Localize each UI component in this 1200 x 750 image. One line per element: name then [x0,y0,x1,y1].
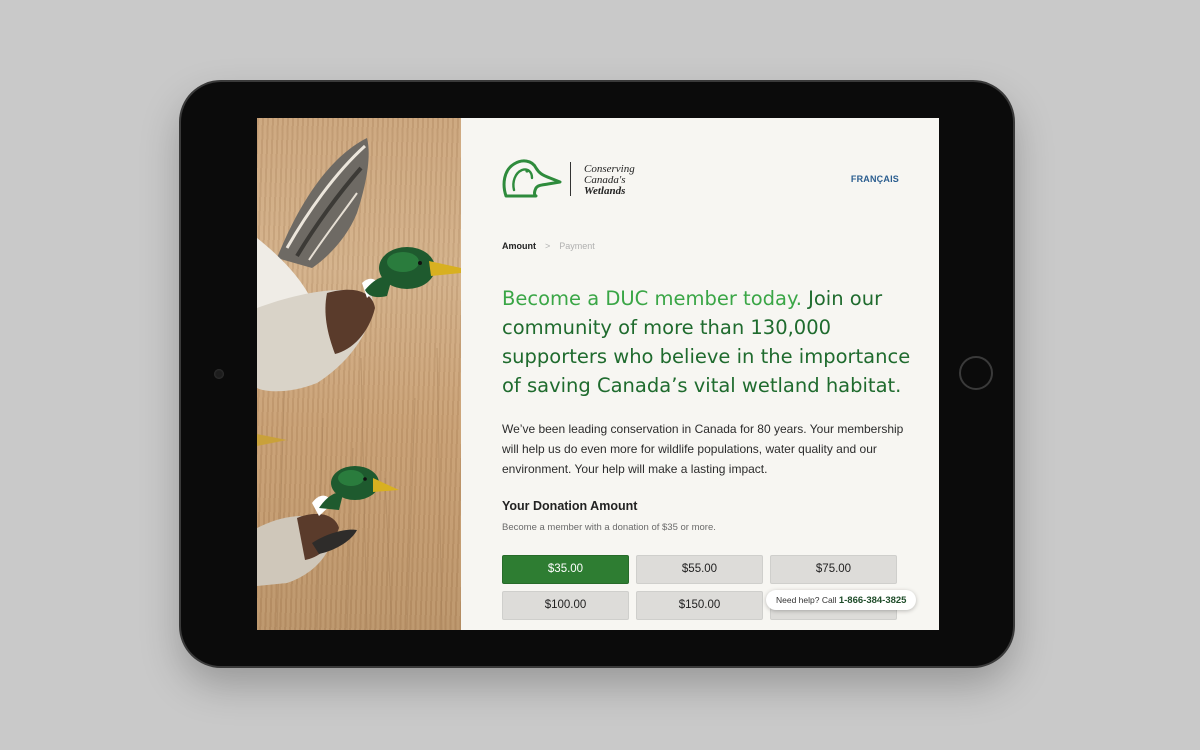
intro-paragraph: We’ve been leading conservation in Canad… [502,422,904,476]
breadcrumb-step-amount[interactable]: Amount [502,241,536,251]
breadcrumb-step-payment[interactable]: Payment [559,241,595,251]
amount-option-55[interactable]: $55.00 [636,555,763,584]
amount-option-35[interactable]: $35.00 [502,555,629,584]
duc-duck-logo-icon [502,159,562,198]
headline-accent: Become a DUC member today. [502,287,802,310]
breadcrumb: Amount > Payment [502,241,595,251]
duc-logo[interactable]: Conserving Canada's Wetlands [502,158,652,200]
screen: Conserving Canada's Wetlands FRANÇAIS Am… [257,118,939,630]
chevron-right-icon: > [545,241,551,251]
page-headline: Become a DUC member today. Join our comm… [502,284,912,400]
logo-line-3: Wetlands [584,185,626,197]
camera-icon [214,369,224,379]
tablet-frame: Conserving Canada's Wetlands FRANÇAIS Am… [181,82,1013,666]
help-phone-number[interactable]: 1-866-384-3825 [839,595,907,606]
amount-option-150[interactable]: $150.00 [636,591,763,620]
ducks-illustration [257,138,461,630]
help-call-pill[interactable]: Need help? Call 1-866-384-3825 [766,590,917,610]
amount-option-100[interactable]: $100.00 [502,591,629,620]
donation-section-title: Your Donation Amount [502,499,638,513]
help-label: Need help? Call [776,595,837,605]
donation-section-subtitle: Become a member with a donation of $35 o… [502,522,716,533]
logo-divider [570,162,571,196]
logo-tagline: Conserving Canada's Wetlands [584,164,635,197]
language-toggle-link[interactable]: FRANÇAIS [851,174,899,184]
home-button[interactable] [959,356,993,390]
amount-option-75[interactable]: $75.00 [770,555,897,584]
membership-form-panel: Conserving Canada's Wetlands FRANÇAIS Am… [461,118,939,630]
mallard-ducks-photo [257,118,461,630]
